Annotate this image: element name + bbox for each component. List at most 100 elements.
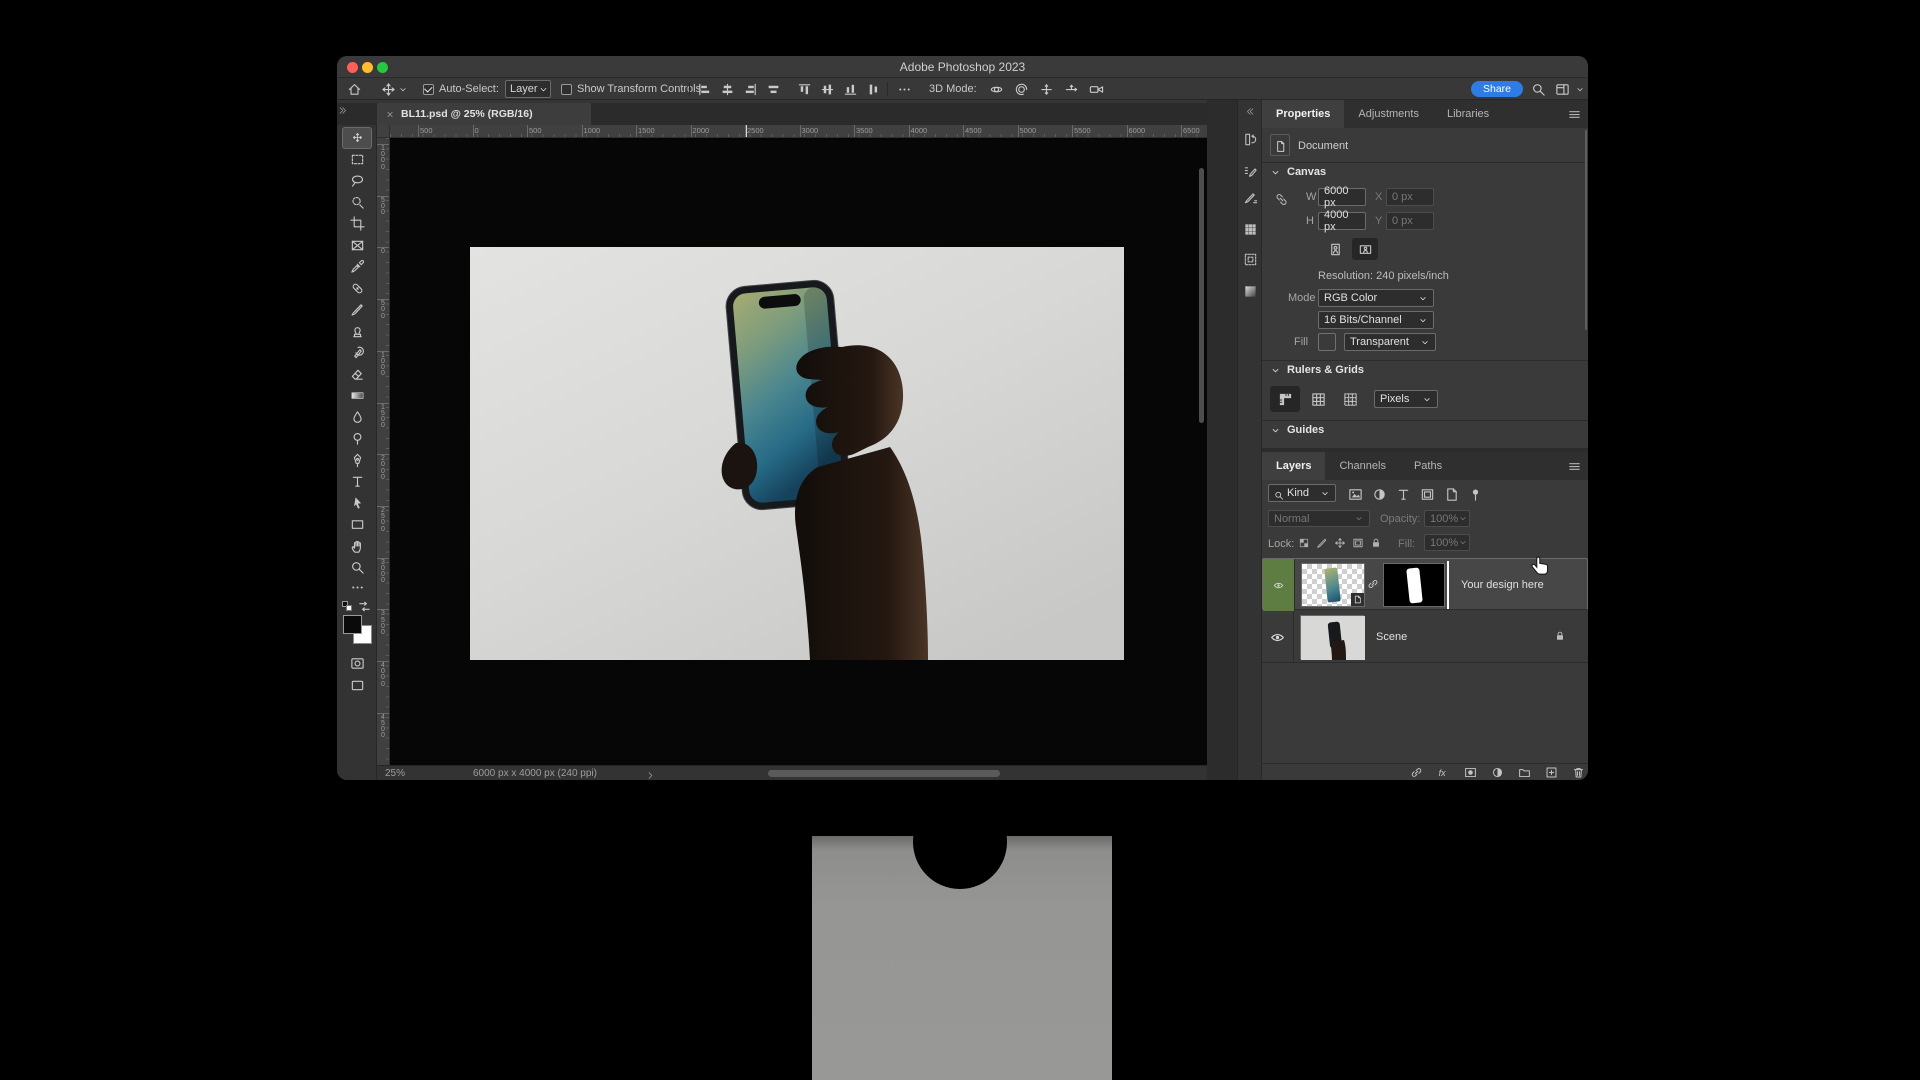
shape-tool[interactable] [342, 514, 372, 536]
fill-color-swatch[interactable] [1318, 333, 1336, 351]
dodge-tool[interactable] [342, 428, 372, 450]
layer-row[interactable]: Scene [1262, 611, 1588, 663]
close-tab-icon[interactable] [385, 107, 395, 122]
vertical-ruler[interactable]: 1 0 0 05 0 005 0 01 0 0 01 5 0 02 0 0 02… [377, 138, 390, 765]
link-dimensions-icon[interactable] [1274, 192, 1289, 228]
zoom-level[interactable]: 25% [385, 768, 405, 779]
ruler-origin-corner[interactable] [377, 125, 390, 138]
filter-type-layers-icon[interactable] [1394, 485, 1412, 503]
add-layer-mask-icon[interactable] [1462, 765, 1478, 780]
opacity-field[interactable]: 100% [1424, 510, 1470, 527]
layer-thumbnail[interactable] [1300, 615, 1364, 659]
align-horizontal-centers-icon[interactable] [720, 81, 736, 97]
toggle-rulers-button[interactable] [1270, 386, 1300, 412]
tab-layers[interactable]: Layers [1262, 452, 1325, 480]
history-panel-icon[interactable] [1241, 130, 1260, 149]
toggle-grid-button[interactable] [1306, 388, 1330, 410]
status-expand-chevron[interactable] [645, 766, 657, 780]
default-colors-icon[interactable] [342, 601, 354, 611]
filter-toggle-icon[interactable] [1466, 485, 1484, 503]
new-group-icon[interactable] [1516, 765, 1532, 780]
y-field[interactable]: 0 px [1386, 212, 1434, 230]
mask-link-icon[interactable] [1367, 578, 1381, 592]
layer-name[interactable]: Scene [1376, 611, 1407, 663]
quick-mask-button[interactable] [342, 653, 372, 675]
clone-stamp-tool[interactable] [342, 321, 372, 343]
brushes-panel-icon[interactable] [1241, 188, 1260, 207]
layer-visibility-toggle[interactable] [1263, 559, 1295, 611]
align-right-edges-icon[interactable] [743, 81, 759, 97]
toggle-pixel-grid-button[interactable] [1338, 388, 1362, 410]
show-transform-checkbox[interactable] [561, 84, 572, 95]
lasso-tool[interactable] [342, 170, 372, 192]
crop-tool[interactable] [342, 213, 372, 235]
screen-mode-button[interactable] [342, 675, 372, 697]
link-layers-icon[interactable] [1408, 765, 1424, 780]
pen-tool[interactable] [342, 450, 372, 472]
auto-select-checkbox[interactable] [423, 84, 434, 95]
lock-artboard-icon[interactable] [1350, 535, 1366, 551]
new-adjustment-layer-icon[interactable] [1489, 765, 1505, 780]
brush-settings-panel-icon[interactable] [1241, 162, 1260, 181]
more-options-button[interactable] [897, 78, 912, 100]
tab-paths[interactable]: Paths [1400, 452, 1456, 480]
layer-thumbnail[interactable] [1301, 563, 1365, 607]
document-viewport[interactable] [390, 138, 1207, 765]
lock-all-icon[interactable] [1368, 535, 1384, 551]
portrait-orientation-button[interactable] [1324, 238, 1346, 260]
current-tool-icon[interactable] [381, 78, 408, 100]
fill-dropdown[interactable]: Transparent [1344, 333, 1436, 351]
edit-toolbar-button[interactable] [342, 577, 372, 599]
move-tool[interactable] [342, 127, 372, 149]
properties-scrollbar[interactable] [1585, 130, 1587, 330]
object-selection-tool[interactable] [342, 192, 372, 214]
dock-collapse-icon[interactable] [1241, 102, 1260, 121]
layer-fill-field[interactable]: 100% [1424, 534, 1470, 551]
brush-tool[interactable] [342, 299, 372, 321]
home-button[interactable] [347, 78, 362, 100]
tab-adjustments[interactable]: Adjustments [1344, 100, 1433, 128]
align-left-edges-icon[interactable] [697, 81, 713, 97]
document-tab[interactable]: BL11.psd @ 25% (RGB/16) [377, 103, 591, 125]
rulers-grids-section-header[interactable]: Rulers & Grids [1270, 364, 1364, 376]
height-field[interactable]: 4000 px [1318, 212, 1366, 230]
vertical-scrollbar[interactable] [1199, 168, 1204, 423]
lock-pixels-icon[interactable] [1314, 535, 1330, 551]
ruler-units-dropdown[interactable]: Pixels [1374, 390, 1438, 408]
type-tool[interactable] [342, 471, 372, 493]
blur-tool[interactable] [342, 407, 372, 429]
gradients-panel-icon[interactable] [1241, 282, 1260, 301]
align-vertical-centers-icon[interactable] [820, 81, 836, 97]
gradient-tool[interactable] [342, 385, 372, 407]
align-bottom-edges-icon[interactable] [843, 81, 859, 97]
healing-brush-tool[interactable] [342, 278, 372, 300]
lock-position-icon[interactable] [1332, 535, 1348, 551]
filter-adjustment-layers-icon[interactable] [1370, 485, 1388, 503]
delete-layer-icon[interactable] [1570, 765, 1586, 780]
filter-shape-layers-icon[interactable] [1418, 485, 1436, 503]
foreground-color-swatch[interactable] [343, 615, 362, 634]
auto-select-dropdown[interactable]: Layer [505, 80, 551, 98]
patterns-panel-icon[interactable] [1241, 250, 1260, 269]
eraser-tool[interactable] [342, 364, 372, 386]
align-top-edges-icon[interactable] [797, 81, 813, 97]
width-field[interactable]: 6000 px [1318, 188, 1366, 206]
layer-mask-thumbnail[interactable] [1383, 563, 1445, 607]
layer-effects-icon[interactable]: fx [1435, 765, 1451, 780]
workspace-switcher-icon[interactable] [1555, 78, 1570, 100]
landscape-orientation-button[interactable] [1352, 238, 1378, 260]
layer-visibility-toggle[interactable] [1262, 611, 1294, 663]
new-layer-icon[interactable] [1543, 765, 1559, 780]
frame-tool[interactable] [342, 235, 372, 257]
bit-depth-dropdown[interactable]: 16 Bits/Channel [1318, 311, 1434, 329]
eyedropper-tool[interactable] [342, 256, 372, 278]
distribute-horizontal-icon[interactable] [766, 81, 782, 97]
layer-filter-dropdown[interactable]: Kind [1268, 484, 1336, 502]
tab-channels[interactable]: Channels [1325, 452, 1399, 480]
workspace-chevron-icon[interactable] [1575, 78, 1585, 100]
hand-tool[interactable] [342, 536, 372, 558]
filter-smart-objects-icon[interactable] [1442, 485, 1460, 503]
blend-mode-dropdown[interactable]: Normal [1268, 510, 1370, 527]
share-button[interactable]: Share [1471, 81, 1523, 97]
canvas-section-header[interactable]: Canvas [1270, 166, 1326, 178]
